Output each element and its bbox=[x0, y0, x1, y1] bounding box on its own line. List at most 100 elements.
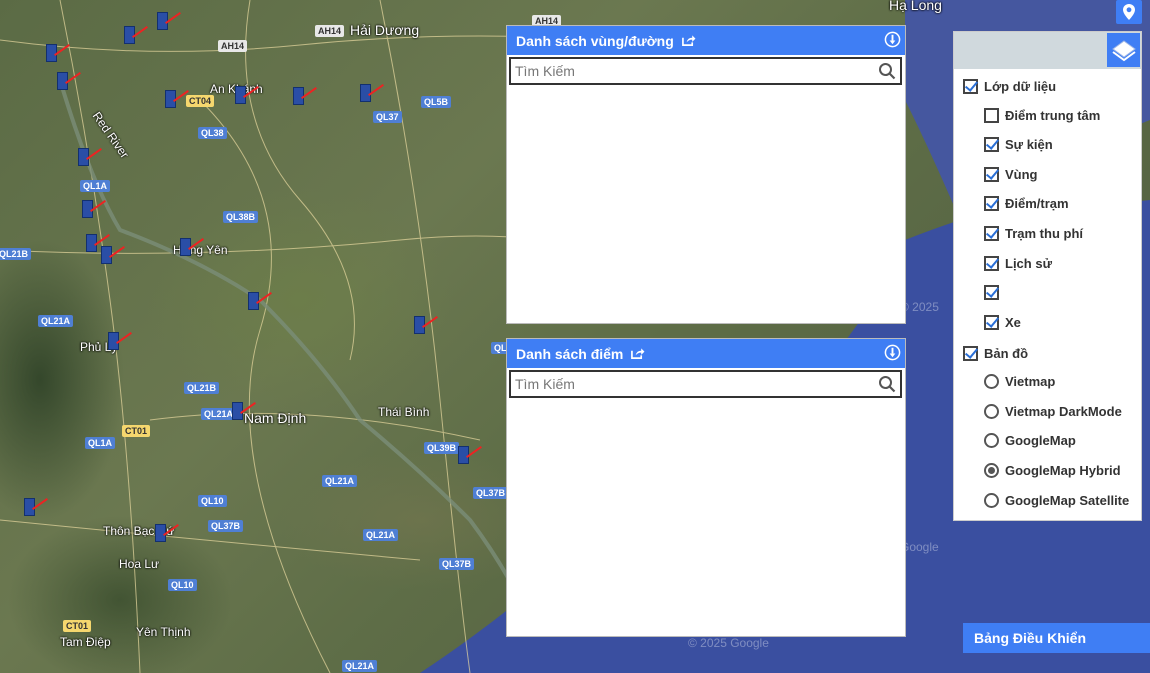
road-label: QL21A bbox=[342, 660, 378, 672]
radio-button[interactable] bbox=[984, 493, 999, 508]
map-option-vietmap-dark[interactable]: Vietmap DarkMode bbox=[984, 404, 1122, 419]
layer-label: Lịch sử bbox=[1005, 256, 1052, 271]
road-label: QL10 bbox=[198, 495, 227, 507]
road-label: QL21B bbox=[0, 248, 32, 260]
road-label: QL21A bbox=[201, 408, 237, 420]
radio-button[interactable] bbox=[984, 374, 999, 389]
map-option-googlemap-hybrid[interactable]: GoogleMap Hybrid bbox=[984, 463, 1121, 478]
map-marker[interactable] bbox=[180, 238, 191, 256]
point-list-body bbox=[507, 398, 905, 628]
map-marker[interactable] bbox=[235, 86, 246, 104]
layer-label: Vùng bbox=[1005, 167, 1038, 182]
location-pin-button[interactable] bbox=[1116, 0, 1142, 24]
map-copyright: © 2025 Google bbox=[688, 636, 769, 650]
region-list-body bbox=[507, 85, 905, 315]
layer-label: Điểm/trạm bbox=[1005, 196, 1069, 211]
map-option-label: Vietmap bbox=[1005, 374, 1056, 389]
map-marker[interactable] bbox=[293, 87, 304, 105]
layer-label: Trạm thu phí bbox=[1005, 226, 1083, 241]
region-search-input[interactable] bbox=[515, 63, 878, 79]
checkbox[interactable] bbox=[984, 137, 999, 152]
checkbox[interactable] bbox=[963, 79, 978, 94]
info-icon[interactable] bbox=[884, 344, 901, 361]
map-marker[interactable] bbox=[414, 316, 425, 334]
radio-button[interactable] bbox=[984, 463, 999, 478]
map-place-label: Hoa Lư bbox=[119, 557, 160, 571]
map-marker[interactable] bbox=[57, 72, 68, 90]
point-list-header[interactable]: Danh sách điểm bbox=[507, 339, 905, 368]
map-place-label: Tam Điệp bbox=[60, 635, 111, 649]
map-option-googlemap[interactable]: GoogleMap bbox=[984, 433, 1076, 448]
road-label: QL38B bbox=[223, 211, 259, 223]
road-label: QL21A bbox=[363, 529, 399, 541]
layer-item-unnamed[interactable] bbox=[984, 285, 1005, 300]
map-marker[interactable] bbox=[108, 332, 119, 350]
search-icon[interactable] bbox=[878, 375, 896, 393]
map-option-vietmap[interactable]: Vietmap bbox=[984, 374, 1055, 389]
road-label: QL37B bbox=[439, 558, 475, 570]
region-list-header[interactable]: Danh sách vùng/đường bbox=[507, 26, 905, 55]
layer-item-events[interactable]: Sự kiện bbox=[984, 137, 1053, 152]
checkbox[interactable] bbox=[984, 196, 999, 211]
radio-button[interactable] bbox=[984, 433, 999, 448]
map-marker[interactable] bbox=[232, 402, 243, 420]
share-icon[interactable] bbox=[630, 347, 645, 360]
map-marker[interactable] bbox=[165, 90, 176, 108]
layer-item-toll-stations[interactable]: Trạm thu phí bbox=[984, 226, 1083, 241]
road-label: QL21B bbox=[184, 382, 220, 394]
point-list-panel: Danh sách điểm bbox=[506, 338, 906, 637]
map-marker[interactable] bbox=[360, 84, 371, 102]
layer-label: Lớp dữ liệu bbox=[984, 79, 1057, 94]
map-marker[interactable] bbox=[124, 26, 135, 44]
map-marker[interactable] bbox=[78, 148, 89, 166]
region-list-panel: Danh sách vùng/đường bbox=[506, 25, 906, 324]
road-label: CT04 bbox=[186, 95, 215, 107]
search-icon[interactable] bbox=[878, 62, 896, 80]
layer-panel: Lớp dữ liệu Điểm trung tâm Sự kiện Vùng … bbox=[953, 31, 1142, 521]
layer-item-regions[interactable]: Vùng bbox=[984, 167, 1038, 182]
info-icon[interactable] bbox=[884, 31, 901, 48]
map-place-label: Hải Dương bbox=[350, 22, 420, 38]
share-icon[interactable] bbox=[681, 34, 696, 47]
checkbox[interactable] bbox=[984, 315, 999, 330]
map-place-label: Yên Thịnh bbox=[136, 625, 191, 639]
map-option-label: Vietmap DarkMode bbox=[1005, 404, 1122, 419]
control-panel-button[interactable]: Bảng Điều Khiển bbox=[963, 623, 1150, 653]
map-marker[interactable] bbox=[82, 200, 93, 218]
map-marker[interactable] bbox=[86, 234, 97, 252]
map-marker[interactable] bbox=[248, 292, 259, 310]
checkbox[interactable] bbox=[984, 256, 999, 271]
radio-button[interactable] bbox=[984, 404, 999, 419]
layer-item-vehicles[interactable]: Xe bbox=[984, 315, 1021, 330]
checkbox[interactable] bbox=[984, 108, 999, 123]
map-place-label: Nam Định bbox=[244, 410, 307, 426]
layer-label: Sự kiện bbox=[1005, 137, 1053, 152]
checkbox[interactable] bbox=[984, 285, 999, 300]
layer-item-stations[interactable]: Điểm/trạm bbox=[984, 196, 1069, 211]
region-search-box bbox=[509, 57, 902, 85]
road-label: CT01 bbox=[122, 425, 151, 437]
point-search-box bbox=[509, 370, 902, 398]
layer-toggle-button[interactable] bbox=[1107, 33, 1140, 67]
checkbox[interactable] bbox=[963, 346, 978, 361]
map-marker[interactable] bbox=[46, 44, 57, 62]
base-map-toggle[interactable]: Bản đồ bbox=[963, 346, 1028, 361]
map-marker[interactable] bbox=[155, 524, 166, 542]
region-list-title: Danh sách vùng/đường bbox=[516, 32, 674, 49]
checkbox[interactable] bbox=[984, 226, 999, 241]
layer-label: Xe bbox=[1005, 315, 1021, 330]
map-option-googlemap-satellite[interactable]: GoogleMap Satellite bbox=[984, 493, 1129, 508]
map-marker[interactable] bbox=[24, 498, 35, 516]
layer-data-toggle[interactable]: Lớp dữ liệu bbox=[963, 79, 1056, 94]
map-marker[interactable] bbox=[101, 246, 112, 264]
road-label: AH14 bbox=[315, 25, 345, 37]
road-label: QL39B bbox=[424, 442, 460, 454]
layer-item-center-point[interactable]: Điểm trung tâm bbox=[984, 108, 1100, 123]
road-label: QL1A bbox=[85, 437, 116, 449]
map-marker[interactable] bbox=[157, 12, 168, 30]
point-search-input[interactable] bbox=[515, 376, 878, 392]
map-marker[interactable] bbox=[458, 446, 469, 464]
checkbox[interactable] bbox=[984, 167, 999, 182]
layer-item-history[interactable]: Lịch sử bbox=[984, 256, 1052, 271]
road-label: QL37B bbox=[208, 520, 244, 532]
